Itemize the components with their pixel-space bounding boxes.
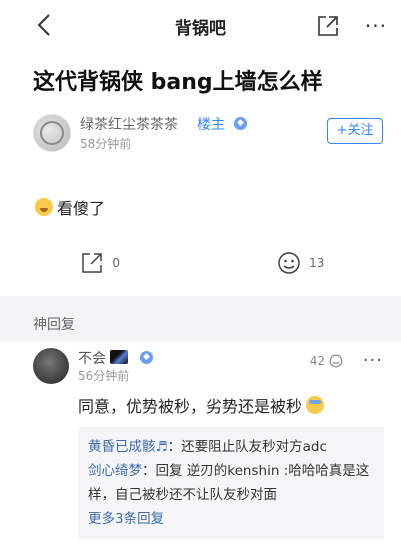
op-badge: 楼主	[197, 117, 225, 133]
comment-item: 不会 ◆ 56分钟前 42 ··· 同意，优势被秒，劣势还是被秒 黄昏已成骸♬：…	[0, 342, 401, 560]
share-action[interactable]: 0	[0, 251, 201, 275]
comment-time: 56分钟前	[78, 369, 130, 383]
verified-badge-icon: ◆	[234, 117, 247, 130]
page-title: 背锅吧	[175, 18, 226, 39]
reply-item[interactable]: 剑心绮梦：回复 逆刃的kenshin :哈哈哈真是这样，自己被秒还不让队友秒对面	[88, 459, 374, 507]
reply-author[interactable]: 黄昏已成骸♬	[88, 439, 168, 455]
more-replies-link[interactable]: 更多3条回复	[88, 507, 374, 531]
share-icon	[82, 253, 103, 273]
post-body: 看傻了	[0, 166, 401, 230]
author-name[interactable]: 绿茶红尘茶茶茶	[80, 114, 178, 134]
comment-more-icon[interactable]: ···	[363, 350, 383, 371]
reply-author[interactable]: 剑心绮梦	[88, 463, 142, 479]
post-card: 背锅吧 ··· 这代背锅侠 bang上墙怎么样 绿茶红尘茶茶茶 楼主 ◆ 58分…	[0, 0, 401, 296]
follow-button[interactable]: +关注	[327, 118, 383, 144]
share-count: 0	[112, 256, 121, 270]
comment-text-content: 同意，优势被秒，劣势还是被秒	[78, 397, 303, 416]
commenter-avatar[interactable]	[33, 348, 69, 384]
section-label: 神回复	[33, 317, 75, 333]
commenter-name[interactable]: 不会	[78, 348, 106, 368]
share-icon[interactable]	[317, 15, 339, 37]
comment-like-count: 42	[309, 354, 325, 368]
post-body-text: 看傻了	[57, 199, 106, 218]
comment-text: 同意，优势被秒，劣势还是被秒	[78, 393, 325, 417]
reply-text: ：还要阻止队友秒对方adc	[167, 439, 327, 455]
verified-badge-icon: ◆	[140, 351, 153, 364]
author-row: 绿茶红尘茶茶茶 楼主 ◆ 58分钟前 +关注	[0, 114, 401, 166]
post-title: 这代背锅侠 bang上墙怎么样	[33, 70, 323, 95]
back-chevron-icon[interactable]	[34, 12, 56, 38]
post-time: 58分钟前	[80, 137, 132, 151]
reaction-face-icon	[329, 354, 343, 368]
author-avatar[interactable]	[33, 114, 71, 152]
reaction-face-icon	[278, 252, 300, 274]
stunned-emoji-icon	[35, 198, 53, 216]
reaction-action[interactable]: 13	[201, 251, 401, 275]
reply-item[interactable]: 黄昏已成骸♬：还要阻止队友秒对方adc	[88, 435, 374, 459]
level-badge-icon	[110, 350, 128, 364]
cool-emoji-icon	[306, 396, 325, 414]
post-actions: 0 13	[0, 230, 401, 296]
top-bar: 背锅吧 ···	[0, 0, 401, 52]
reaction-count: 13	[309, 256, 325, 270]
comment-like-button[interactable]: 42	[310, 354, 343, 368]
reply-list: 黄昏已成骸♬：还要阻止队友秒对方adc 剑心绮梦：回复 逆刃的kenshin :…	[78, 427, 384, 539]
more-dots-icon[interactable]: ···	[365, 14, 387, 38]
